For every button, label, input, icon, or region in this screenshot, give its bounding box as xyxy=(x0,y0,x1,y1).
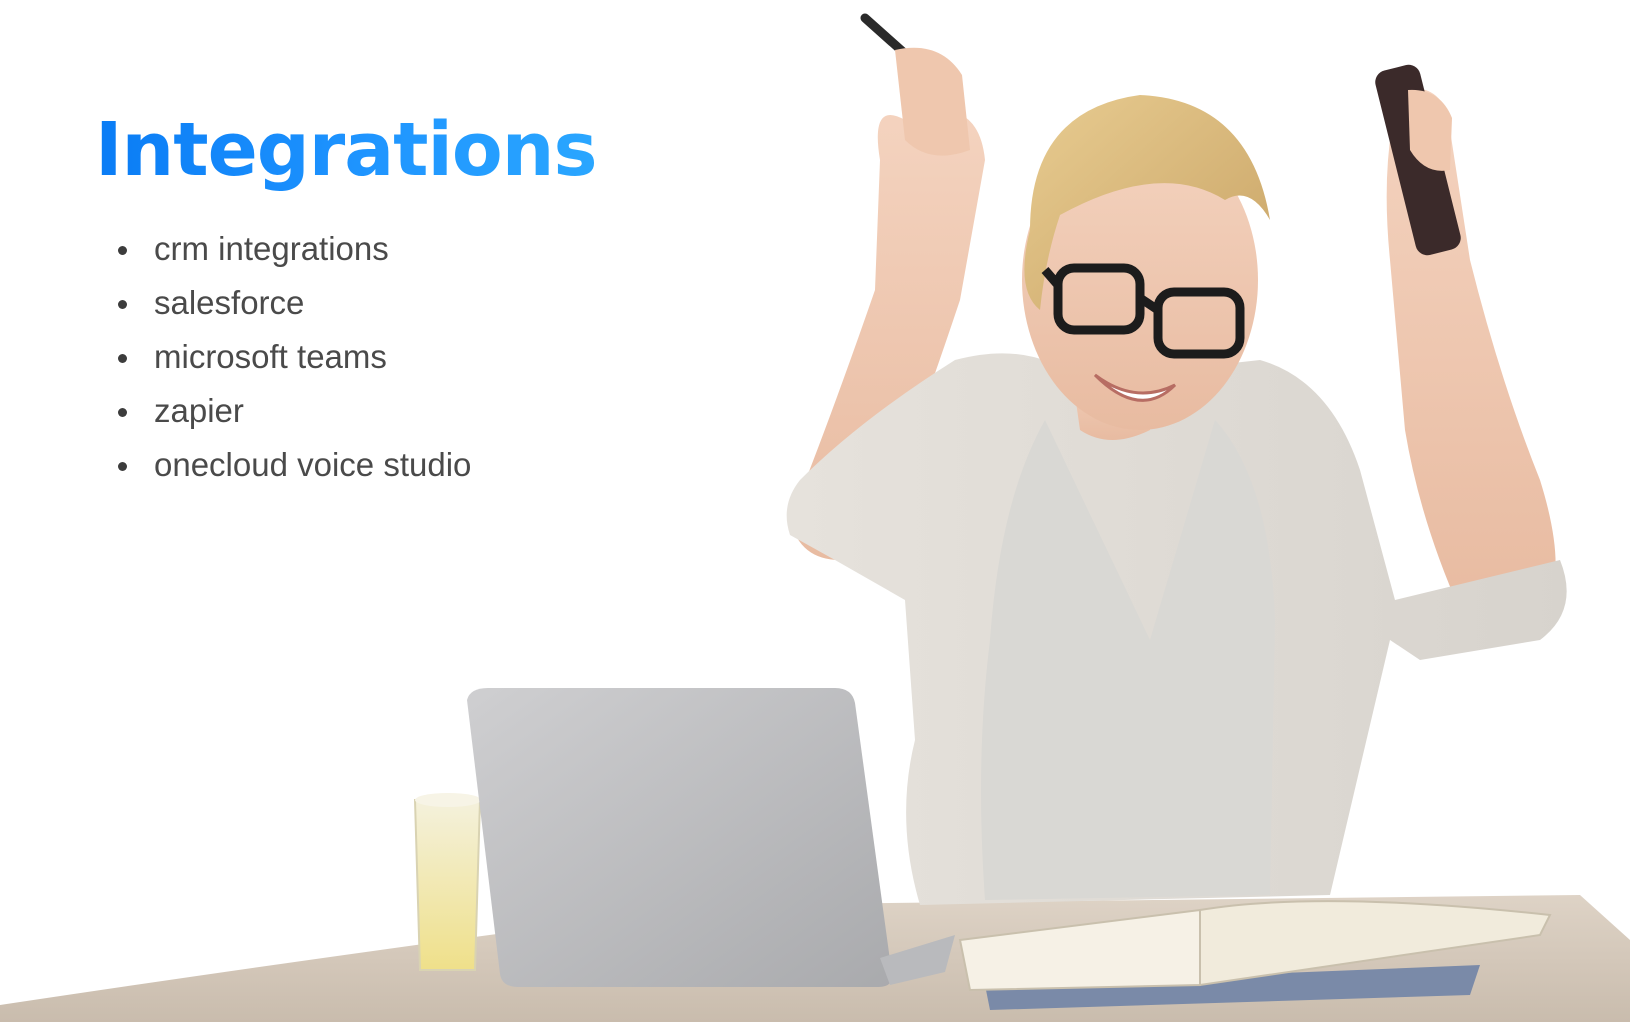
laptop-icon xyxy=(467,688,955,987)
drink-glass-icon xyxy=(413,793,482,971)
hero-photo xyxy=(0,13,1630,1022)
